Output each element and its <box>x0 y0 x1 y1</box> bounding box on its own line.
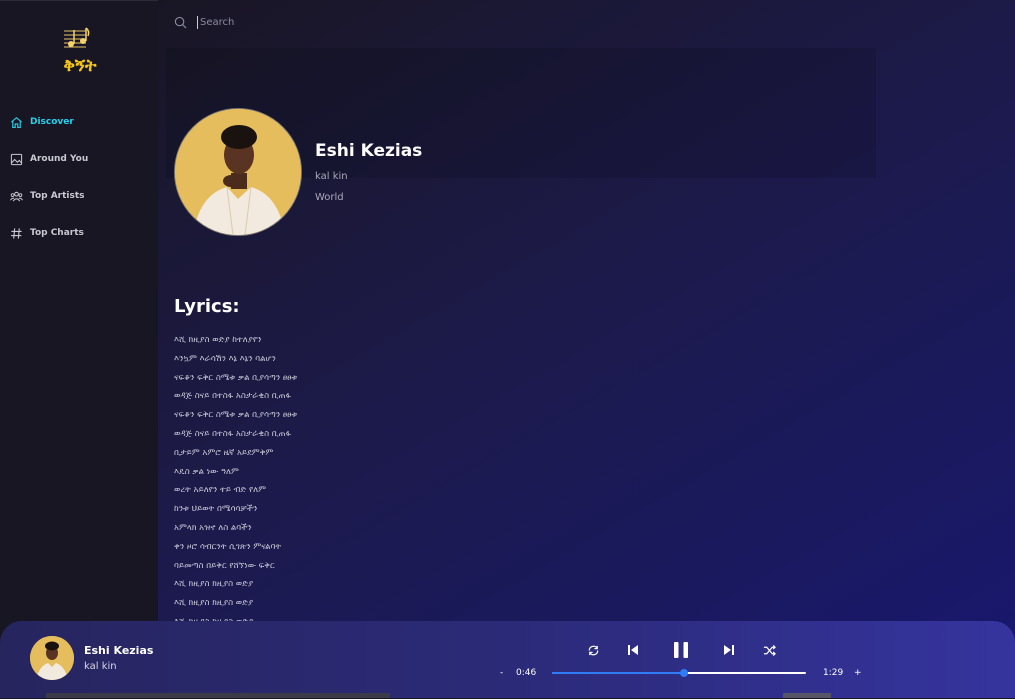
sidebar-item-top-artists[interactable]: Top Artists <box>10 187 88 205</box>
duration: 1:29 <box>823 668 844 678</box>
player-song-title[interactable]: Eshi Kezias <box>84 644 153 657</box>
search-input[interactable] <box>197 16 602 29</box>
sidebar: ቅኝት Discover Around You Top Artists Top … <box>0 0 158 699</box>
next-icon <box>724 645 734 655</box>
scrollbar-thumb[interactable] <box>783 693 831 698</box>
sidebar-item-label: Top Artists <box>30 191 85 201</box>
repeat-icon <box>588 645 598 655</box>
artist-image <box>174 108 302 236</box>
song-genre: World <box>315 192 344 203</box>
artist-photo <box>175 109 301 235</box>
horizontal-scrollbar[interactable] <box>46 693 390 698</box>
music-player: Eshi Kezias kal kin - 0:46 1:29 + <box>0 621 1015 698</box>
seek-bar-fill <box>552 672 685 674</box>
song-artist[interactable]: kal kin <box>315 171 348 182</box>
lyrics-line: እንኳም እራሳሽን እኔ እኔን ባልሆን <box>174 353 276 364</box>
main-content: Eshi Kezias kal kin World Lyrics: እሺ ክዚያ… <box>158 0 1015 698</box>
home-icon <box>11 116 22 128</box>
sidebar-item-around-you[interactable]: Around You <box>10 150 88 168</box>
lyrics-line: ወረት አይለየን ተይ ብድ የለም <box>174 485 267 496</box>
sidebar-nav: Discover Around You Top Artists Top Char… <box>10 113 88 261</box>
search-icon <box>174 16 187 29</box>
hashtag-icon <box>11 227 22 239</box>
lyrics-line: እሺ ክዚያስ ክዚያስ ወድያ <box>174 598 254 609</box>
users-icon <box>10 191 23 201</box>
seek-bar-handle[interactable] <box>680 669 689 677</box>
logo-icon: ቅኝት <box>63 27 97 76</box>
lyrics-line: እሺ ክዚያስ ክዚያስ ወድያ <box>174 579 254 590</box>
seek-forward-button[interactable]: + <box>854 668 862 678</box>
play-pause-button[interactable] <box>670 641 692 659</box>
lyrics-line: አምላክ አዝኖ ለስ ልባችን <box>174 522 252 533</box>
song-title: Eshi Kezias <box>315 141 423 161</box>
current-time: 0:46 <box>516 668 537 678</box>
shuffle-button[interactable] <box>761 641 777 659</box>
previous-button[interactable] <box>625 641 641 659</box>
lyrics-line: ናፍቆን ፍቅር ስሜቱ ቃል ቢያሳጣን ፀፀቱ <box>174 410 298 421</box>
lyrics-line: ወዳጅ ስናይ በተስፋ አስታራቂስ ቢጠፋ <box>174 428 291 439</box>
lyrics-line: ናፍቆን ፍቅር ስሜቱ ቃል ቢያሳጣን ፀፀቱ <box>174 372 298 383</box>
image-icon <box>10 153 23 165</box>
lyrics-line: ባይመጣስ በይቅር የሸኘነው ፍቅር <box>174 560 275 571</box>
app-logo[interactable]: ቅኝት <box>50 25 110 83</box>
next-button[interactable] <box>721 641 737 659</box>
sidebar-item-label: Discover <box>30 117 74 127</box>
lyrics-line: ቀን ዞሮ ሳብርንት ሲገጽን ምናልባት <box>174 541 282 552</box>
repeat-button[interactable] <box>585 641 601 659</box>
sidebar-item-label: Around You <box>30 154 89 164</box>
lyrics-list: እሺ ክዚያስ ወድያ ከተለያየን እንኳም እራሳሽን እኔ እኔን ባልሆ… <box>174 334 297 635</box>
artist-photo-thumb <box>30 636 74 680</box>
pause-icon <box>674 642 688 658</box>
sidebar-item-top-charts[interactable]: Top Charts <box>10 224 88 242</box>
player-artist[interactable]: kal kin <box>84 661 117 672</box>
lyrics-line: ወዳጅ ስናይ በተስፋ አስታራቂስ ቢጠፋ <box>174 391 291 402</box>
seek-bar[interactable] <box>552 669 806 677</box>
previous-icon <box>628 645 638 655</box>
lyrics-line: እሺ ክዚያስ ወድያ ከተለያየን <box>174 335 262 345</box>
logo-text: ቅኝት <box>63 56 97 76</box>
lyrics-line: ከንቱ ህይወት በሜሳሳቻችን <box>174 504 258 515</box>
lyrics-heading: Lyrics: <box>174 296 240 317</box>
seek-backward-button[interactable]: - <box>500 668 503 678</box>
lyrics-line: ቢታይም አምሮ ዜኛ አይደምቅም <box>174 447 274 458</box>
search-bar <box>174 16 602 29</box>
sidebar-item-discover[interactable]: Discover <box>10 113 88 131</box>
shuffle-icon <box>763 644 776 656</box>
player-thumbnail[interactable] <box>30 636 74 680</box>
lyrics-line: እዴስ ቃል ነው ዓለም <box>174 466 239 477</box>
sidebar-item-label: Top Charts <box>30 228 84 238</box>
